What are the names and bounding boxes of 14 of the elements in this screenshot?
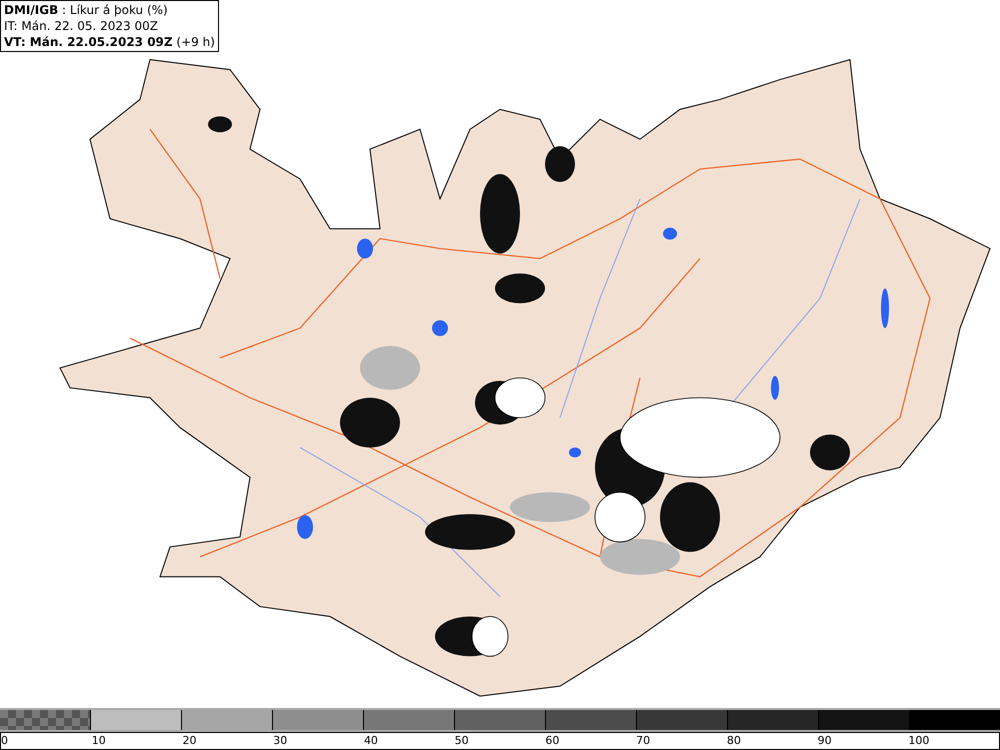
colorbar-tick-label: 80: [726, 734, 741, 747]
legend-text: VT: Mán. 22.05.2023 09Z (+9 h): [4, 34, 215, 50]
colorbar-tick-label: 50: [454, 734, 469, 747]
colorbar-tick-label: 100: [908, 734, 930, 747]
colorbar-tick-label: 60: [545, 734, 560, 747]
colorbar-tick-label: 10: [92, 734, 106, 747]
legend-text: IT: Mán. 22. 05. 2023 00Z: [4, 18, 159, 34]
colorbar-tick-label: 90: [818, 734, 832, 747]
colorbar-tick-label: 0: [1, 734, 8, 747]
colorbar-tick-label: 30: [273, 734, 288, 747]
colorbar-tick-label: 40: [364, 734, 378, 747]
colorbar-tick-label: 70: [636, 734, 650, 747]
legend-text: DMI/IGB : Líkur á þoku (%): [4, 2, 169, 18]
colorbar-tick-label: 20: [182, 734, 196, 747]
